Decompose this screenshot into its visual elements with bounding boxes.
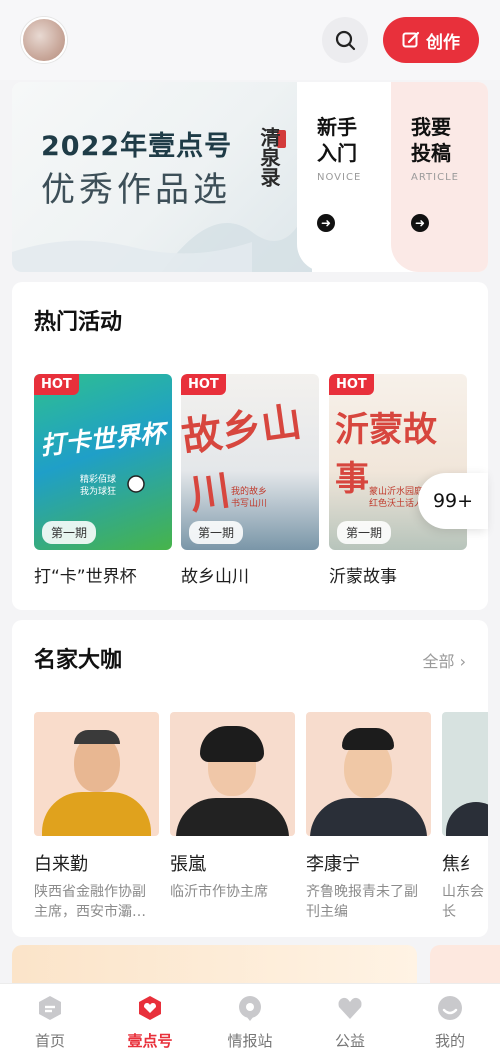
hot-badge: HOT xyxy=(329,374,374,395)
bottom-nav: 首页 壹点号 情报站 公益 我的 xyxy=(0,983,500,1058)
activity-caption: 精彩佰球 我为球狂 xyxy=(80,475,117,497)
search-button[interactable] xyxy=(322,17,368,63)
search-icon xyxy=(335,30,356,51)
arrow-right-icon: ➜ xyxy=(411,214,429,232)
famous-writers-section: 名家大咖 全部 › 白来勤 陕西省金融作协副主席，西安市灞… 張嵐 临沂市作协主… xyxy=(12,620,488,937)
writer-desc: 陕西省金融作协副主席，西安市灞… xyxy=(34,884,146,920)
nav-item-charity[interactable]: 公益 xyxy=(310,994,390,1051)
nav-label: 壹点号 xyxy=(127,1032,173,1050)
writer-name: 焦纟 xyxy=(442,854,478,875)
hot-badge: HOT xyxy=(34,374,79,395)
activity-caption: 我的故乡 书写山川 xyxy=(231,487,268,509)
banner-image[interactable]: 2022年壹点号 优秀作品选 清泉录 xyxy=(12,82,312,272)
section-title: 热门活动 xyxy=(34,309,123,335)
location-icon xyxy=(236,994,264,1022)
hot-activities-section: 热门活动 打卡世界杯 精彩佰球 我为球狂 HOT 第一期 打“卡”世界杯 故乡山… xyxy=(12,282,488,610)
novice-subtitle: NOVICE xyxy=(317,172,362,183)
nav-item-intel[interactable]: 情报站 xyxy=(210,994,290,1051)
activity-label: 故乡山川 xyxy=(181,567,249,587)
create-label: 创作 xyxy=(426,32,460,53)
article-subtitle: ARTICLE xyxy=(411,172,459,183)
activity-card-worldcup[interactable]: 打卡世界杯 精彩佰球 我为球狂 HOT 第一期 打“卡”世界杯 xyxy=(34,374,172,587)
writer-name: 張嵐 xyxy=(170,854,206,875)
nav-item-home[interactable]: 首页 xyxy=(10,994,90,1051)
hot-badge: HOT xyxy=(181,374,226,395)
hair xyxy=(74,730,120,744)
novice-title: 新手 入门 xyxy=(317,115,357,165)
writer-photo xyxy=(34,712,159,836)
nav-label: 公益 xyxy=(334,1032,365,1050)
chevron-right-icon: › xyxy=(459,652,466,671)
shirt xyxy=(42,792,151,836)
arrow-right-icon: ➜ xyxy=(317,214,335,232)
soccer-ball-icon xyxy=(127,475,145,493)
section-title: 名家大咖 xyxy=(34,647,123,673)
article-card[interactable]: 我要 投稿 ARTICLE ➜ xyxy=(391,82,488,272)
nav-label: 情报站 xyxy=(227,1032,273,1050)
writer-card[interactable]: 張嵐 临沂市作协主席 xyxy=(170,712,295,922)
more-activities-button[interactable]: 99+ xyxy=(418,473,488,529)
activity-label: 沂蒙故事 xyxy=(329,567,397,587)
nav-label: 首页 xyxy=(34,1032,65,1050)
article-title: 我要 投稿 xyxy=(411,115,451,165)
heart-badge-icon xyxy=(136,994,164,1022)
view-all-label: 全部 xyxy=(422,652,455,671)
nav-item-me[interactable]: 我的 xyxy=(410,994,490,1051)
suit xyxy=(446,802,488,836)
writer-photo xyxy=(442,712,488,836)
writer-card[interactable]: 李康宁 齐鲁晚报青未了副刊主编 xyxy=(306,712,431,922)
activity-label: 打“卡”世界杯 xyxy=(34,567,137,587)
nav-item-yidianhao[interactable]: 壹点号 xyxy=(110,994,190,1051)
banner-title-line1: 2022年壹点号 xyxy=(41,131,233,162)
writer-name: 白来勤 xyxy=(34,854,88,875)
novice-card[interactable]: 新手 入门 NOVICE ➜ xyxy=(297,82,397,272)
heart-icon xyxy=(336,994,364,1022)
issue-label: 第一期 xyxy=(337,521,392,544)
writer-photo xyxy=(306,712,431,836)
activity-caption: 蒙山沂水园庭 红色沃土话人 xyxy=(369,487,424,509)
writer-card[interactable]: 白来勤 陕西省金融作协副主席，西安市灞… xyxy=(34,712,159,922)
writer-desc: 临沂市作协主席 xyxy=(170,884,268,900)
nav-label: 我的 xyxy=(434,1032,465,1050)
writer-name: 李康宁 xyxy=(306,854,360,875)
activity-card-hometown[interactable]: 故乡山川 我的故乡 书写山川 HOT 第一期 故乡山川 xyxy=(181,374,319,587)
banner-vertical-text: 清泉录 xyxy=(257,127,281,187)
top-bar: 创作 xyxy=(0,0,500,80)
issue-label: 第一期 xyxy=(42,521,97,544)
hair xyxy=(200,726,264,762)
writer-card[interactable]: 焦纟 山东会长 xyxy=(442,712,488,922)
activity-image: 故乡山川 我的故乡 书写山川 HOT 第一期 xyxy=(181,374,319,550)
activity-art-text: 打卡世界杯 xyxy=(38,418,167,461)
profile-icon xyxy=(436,994,464,1022)
suit xyxy=(176,798,289,836)
hair xyxy=(342,728,394,750)
writer-photo xyxy=(170,712,295,836)
edit-icon xyxy=(402,31,420,48)
writer-desc: 齐鲁晚报青未了副刊主编 xyxy=(306,884,418,920)
view-all-link[interactable]: 全部 › xyxy=(422,648,466,672)
suit xyxy=(310,798,427,836)
banner-title-line2: 优秀作品选 xyxy=(41,170,231,210)
create-button[interactable]: 创作 xyxy=(383,17,479,63)
activity-image: 打卡世界杯 精彩佰球 我为球狂 HOT 第一期 xyxy=(34,374,172,550)
home-icon xyxy=(36,994,64,1022)
user-avatar[interactable] xyxy=(21,17,67,63)
writer-desc: 山东会长 xyxy=(442,884,484,920)
issue-label: 第一期 xyxy=(189,521,244,544)
